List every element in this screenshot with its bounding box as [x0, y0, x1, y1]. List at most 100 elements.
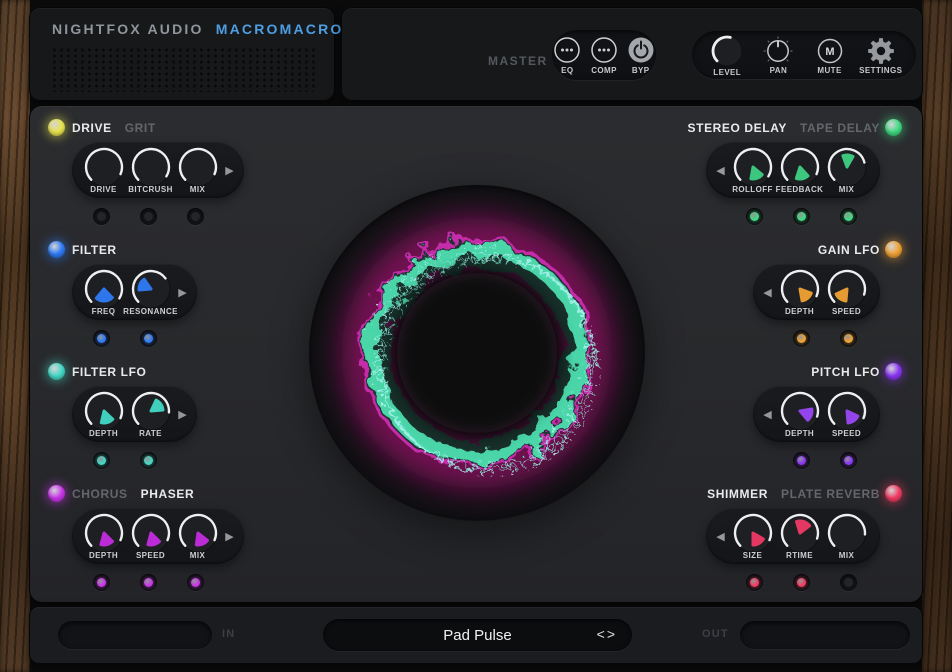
preset-selector[interactable]: Pad Pulse <>	[323, 619, 632, 651]
filter-lfo-next-effect-arrow[interactable]: ▶	[174, 408, 191, 421]
byp-button[interactable]: BYP	[625, 35, 656, 75]
gain-lfo-enable-led[interactable]	[885, 241, 902, 258]
mute-control[interactable]: MMUTE	[806, 36, 854, 75]
gain-lfo-depth-knob-label: DEPTH	[785, 307, 814, 316]
stereo-delay-enable-led[interactable]	[885, 119, 902, 136]
chorus-phaser-enable-led[interactable]	[48, 485, 65, 502]
tab-chorus[interactable]: CHORUS	[72, 487, 128, 501]
mod-led	[140, 208, 157, 225]
shimmer-prev-effect-arrow[interactable]: ◀	[712, 530, 729, 543]
shimmer-mix-knob[interactable]: MIX	[825, 512, 869, 560]
level-control[interactable]: LEVEL	[703, 34, 751, 77]
tab-phaser[interactable]: PHASER	[141, 487, 195, 501]
drive-next-effect-arrow[interactable]: ▶	[221, 164, 238, 177]
shimmer-section: SHIMMER PLATE REVERB ◀SIZERTIMEMIX	[590, 486, 880, 591]
mod-led-dot	[97, 578, 106, 587]
gain-lfo-depth-knob[interactable]: DEPTH	[778, 268, 822, 316]
mod-led	[840, 452, 857, 469]
drive-mix-knob[interactable]: MIX	[176, 146, 220, 194]
drive-knob-pill: DRIVEBITCRUSH MIX ▶	[72, 142, 244, 198]
pan-control-label: PAN	[770, 66, 788, 75]
filter-lfo-depth-knob[interactable]: DEPTH	[82, 390, 126, 438]
stereo-delay-mix-knob[interactable]: MIX	[825, 146, 869, 194]
input-level-meter	[58, 621, 212, 649]
mod-led-dot	[797, 578, 806, 587]
chorus-phaser-next-effect-arrow[interactable]: ▶	[221, 530, 238, 543]
chorus-phaser-speed-knob-label: SPEED	[136, 551, 165, 560]
filter-lfo-enable-led[interactable]	[48, 363, 65, 380]
comp-button[interactable]: COMP	[589, 35, 620, 75]
brand-panel: NIGHTFOX AUDIO MACROMACRO	[30, 8, 334, 100]
tab-grit[interactable]: GRIT	[125, 121, 156, 135]
filter-lfo-rate-knob[interactable]: RATE	[129, 390, 173, 438]
pan-control[interactable]: PAN	[754, 36, 802, 75]
chorus-phaser-knob-pill: DEPTH SPEED MIX▶	[72, 508, 244, 564]
mod-led	[187, 208, 204, 225]
stereo-delay-knob-pill: ◀ROLLOFFFEEDBACKMIX	[706, 142, 880, 198]
filter-resonance-knob[interactable]: RESONANCE	[129, 268, 173, 316]
mod-led-dot	[797, 334, 806, 343]
stereo-delay-mod-leds	[746, 208, 857, 225]
shimmer-tabs: SHIMMER PLATE REVERB	[707, 486, 880, 502]
tab-tape-delay[interactable]: TAPE DELAY	[800, 121, 880, 135]
stereo-delay-rolloff-knob-label: ROLLOFF	[732, 185, 773, 194]
knob-svg	[83, 390, 125, 432]
mod-led-dot	[844, 456, 853, 465]
gain-lfo-speed-knob[interactable]: SPEED	[825, 268, 869, 316]
pitch-lfo-enable-led[interactable]	[885, 363, 902, 380]
knob-svg	[83, 146, 125, 188]
tab-plate-reverb[interactable]: PLATE REVERB	[781, 487, 880, 501]
tab-filter[interactable]: FILTER	[72, 243, 117, 257]
tab-gain-lfo[interactable]: GAIN LFO	[818, 243, 880, 257]
stereo-delay-rolloff-knob[interactable]: ROLLOFF	[731, 146, 775, 194]
tab-filter-lfo[interactable]: FILTER LFO	[72, 365, 146, 379]
byp-button-label: BYP	[632, 66, 650, 75]
pitch-lfo-depth-knob[interactable]: DEPTH	[778, 390, 822, 438]
stereo-delay-feedback-knob[interactable]: FEEDBACK	[778, 146, 822, 194]
filter-lfo-knob-pill: DEPTHRATE▶	[72, 386, 197, 442]
stereo-delay-prev-effect-arrow[interactable]: ◀	[712, 164, 729, 177]
drive-drive-knob[interactable]: DRIVE	[82, 146, 126, 194]
filter-freq-knob[interactable]: FREQ	[82, 268, 126, 316]
filter-lfo-section: FILTER LFO DEPTHRATE▶	[72, 364, 362, 469]
pitch-lfo-speed-knob[interactable]: SPEED	[825, 390, 869, 438]
filter-tabs: FILTER	[72, 242, 117, 258]
mod-led-dot	[144, 456, 153, 465]
filter-freq-knob-label: FREQ	[92, 307, 116, 316]
drive-bitcrush-knob[interactable]: BITCRUSH	[129, 146, 173, 194]
shimmer-rtime-knob[interactable]: RTIME	[778, 512, 822, 560]
chorus-phaser-mix-knob[interactable]: MIX	[176, 512, 220, 560]
tab-pitch-lfo[interactable]: PITCH LFO	[811, 365, 880, 379]
mod-led-dot	[750, 578, 759, 587]
knob-svg	[826, 512, 868, 554]
mod-led	[840, 574, 857, 591]
eq-button[interactable]: EQ	[552, 35, 583, 75]
knob-svg	[779, 512, 821, 554]
drive-mix-knob-label: MIX	[190, 185, 205, 194]
main-panel: DRIVEGRITDRIVEBITCRUSHMIX▶FILTERFREQRESO…	[30, 106, 922, 602]
output-meter-label: OUT	[702, 628, 729, 640]
knob-svg	[130, 390, 172, 432]
chorus-phaser-mod-leds	[93, 574, 204, 591]
footer-bar: IN Pad Pulse <> OUT	[30, 607, 922, 663]
gain-lfo-prev-effect-arrow[interactable]: ◀	[759, 286, 776, 299]
brand-prefix: NIGHTFOX AUDIO	[52, 21, 204, 37]
stereo-delay-feedback-knob-label: FEEDBACK	[776, 185, 824, 194]
shimmer-enable-led[interactable]	[885, 485, 902, 502]
pitch-lfo-prev-effect-arrow[interactable]: ◀	[759, 408, 776, 421]
drive-enable-led[interactable]	[48, 119, 65, 136]
chorus-phaser-depth-knob[interactable]: DEPTH	[82, 512, 126, 560]
master-switches-group: EQCOMP BYP	[552, 30, 656, 80]
settings-control[interactable]: SETTINGS	[857, 36, 905, 75]
tab-shimmer[interactable]: SHIMMER	[707, 487, 768, 501]
filter-enable-led[interactable]	[48, 241, 65, 258]
chorus-phaser-speed-knob[interactable]: SPEED	[129, 512, 173, 560]
tab-stereo-delay[interactable]: STEREO DELAY	[688, 121, 787, 135]
shimmer-size-knob[interactable]: SIZE	[731, 512, 775, 560]
knob-svg	[130, 146, 172, 188]
tab-drive[interactable]: DRIVE	[72, 121, 112, 135]
mod-led	[840, 330, 857, 347]
mod-led-dot	[797, 212, 806, 221]
filter-next-effect-arrow[interactable]: ▶	[174, 286, 191, 299]
preset-nav-arrows[interactable]: <>	[597, 626, 617, 642]
